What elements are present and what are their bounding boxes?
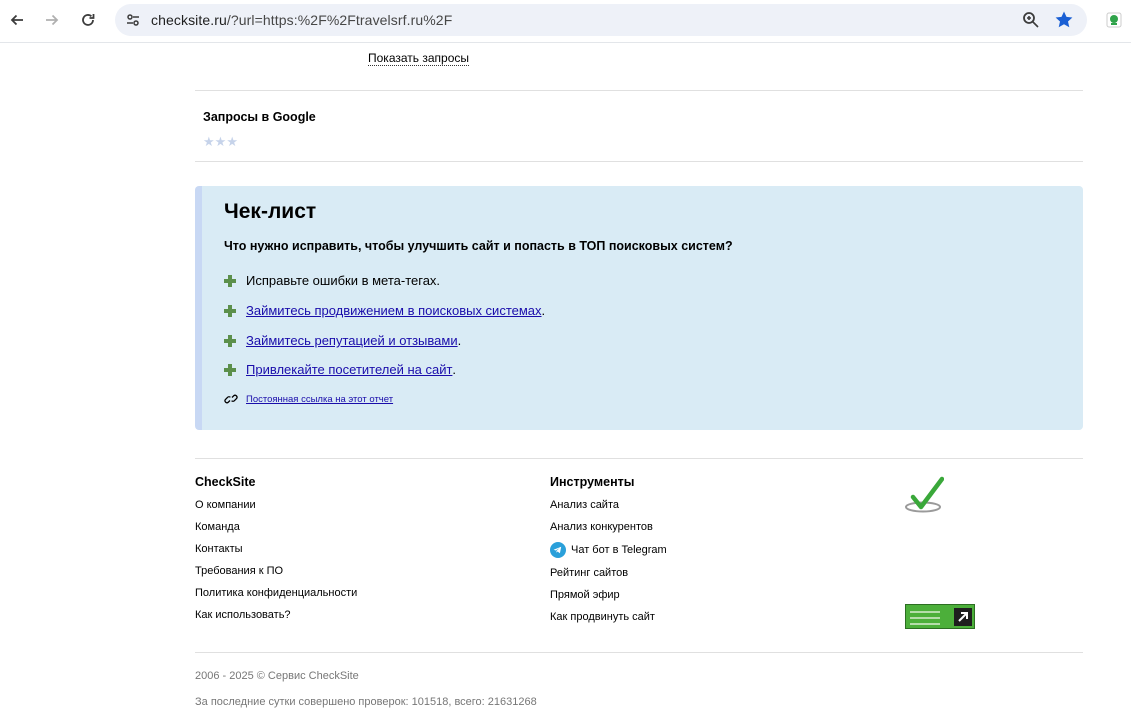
permalink-row: Постоянная ссылка на этот отчет [224, 392, 393, 406]
copyright-text: 2006 - 2025 © Сервис CheckSite [195, 670, 359, 682]
footer-link-site-rating[interactable]: Рейтинг сайтов [550, 567, 628, 579]
checklist-item: Займитесь продвижением в поисковых систе… [224, 303, 545, 318]
seo-promotion-link[interactable]: Займитесь продвижением в поисковых систе… [246, 303, 542, 318]
back-button[interactable] [5, 8, 29, 32]
browser-toolbar: checksite.ru/?url=https:%2F%2Ftravelsrf.… [0, 0, 1131, 43]
checklist-item-text: Исправьте ошибки в мета-тегах. [246, 273, 441, 288]
attract-visitors-link[interactable]: Привлекайте посетителей на сайт [246, 362, 452, 377]
footer-link-live[interactable]: Прямой эфир [550, 589, 620, 601]
address-bar[interactable]: checksite.ru/?url=https:%2F%2Ftravelsrf.… [115, 4, 1087, 36]
footer-link-requirements[interactable]: Требования к ПО [195, 565, 283, 577]
divider [195, 161, 1083, 162]
reload-icon [82, 14, 95, 26]
footer-link-privacy[interactable]: Политика конфиденциальности [195, 587, 357, 599]
forward-arrow-icon [46, 14, 59, 26]
plus-icon [224, 304, 236, 317]
telegram-icon [550, 542, 566, 558]
checklist-item-suffix: . [541, 303, 546, 318]
footer-tools-title: Инструменты [550, 475, 635, 489]
footer-link-competitor-analysis[interactable]: Анализ конкурентов [550, 521, 653, 533]
star-icon: ★ [214, 134, 227, 149]
footer-link-about[interactable]: О компании [195, 499, 256, 511]
forward-button[interactable] [40, 8, 64, 32]
url-text[interactable]: checksite.ru/?url=https:%2F%2Ftravelsrf.… [151, 12, 452, 28]
star-icon: ★ [226, 134, 238, 149]
plus-icon [224, 274, 236, 287]
chain-link-icon [224, 394, 238, 404]
divider [195, 458, 1083, 459]
bookmark-star-icon[interactable] [1054, 10, 1074, 30]
counter-pattern [910, 608, 940, 625]
footer-link-telegram-bot[interactable]: Чат бот в Telegram [571, 544, 667, 556]
reputation-link[interactable]: Займитесь репутацией и отзывами [246, 333, 458, 348]
checklist-item: Займитесь репутацией и отзывами. [224, 333, 461, 348]
zoom-icon[interactable] [1021, 10, 1041, 30]
footer-link-how-to-use[interactable]: Как использовать? [195, 609, 291, 621]
back-arrow-icon [10, 14, 23, 26]
divider [195, 652, 1083, 653]
footer-link-contacts[interactable]: Контакты [195, 543, 243, 555]
footer-link-site-analysis[interactable]: Анализ сайта [550, 499, 619, 511]
site-settings-icon[interactable] [123, 10, 143, 30]
stats-text: За последние сутки совершено проверок: 1… [195, 696, 537, 708]
url-path: /?url=https:%2F%2Ftravelsrf.ru%2F [226, 12, 453, 28]
counter-badge-icon[interactable] [905, 604, 975, 629]
arrow-up-right-icon [954, 608, 972, 626]
extension-icon[interactable] [1106, 12, 1122, 28]
rating-stars: ★★★ [203, 134, 238, 150]
divider [195, 90, 1083, 91]
checklist-question: Что нужно исправить, чтобы улучшить сайт… [224, 239, 733, 253]
checklist-item: Привлекайте посетителей на сайт. [224, 362, 456, 377]
checklist-item-suffix: . [457, 333, 462, 348]
reload-button[interactable] [76, 8, 100, 32]
checklist-item: Исправьте ошибки в мета-тегах. [224, 273, 440, 288]
footer-link-team[interactable]: Команда [195, 521, 240, 533]
checkmark-logo-icon [905, 476, 944, 513]
footer-link-how-to-promote[interactable]: Как продвинуть сайт [550, 611, 655, 623]
checklist-title: Чек-лист [224, 200, 317, 223]
star-icon: ★ [203, 134, 215, 149]
footer-checksite-title: CheckSite [195, 475, 256, 489]
google-queries-title: Запросы в Google [203, 110, 316, 124]
plus-icon [224, 334, 236, 347]
plus-icon [224, 363, 236, 376]
checklist-item-suffix: . [452, 362, 457, 377]
footer-telegram-row[interactable]: Чат бот в Telegram [550, 542, 667, 558]
show-queries-link[interactable]: Показать запросы [368, 51, 469, 66]
checklist-panel: Чек-лист Что нужно исправить, чтобы улуч… [195, 186, 1083, 430]
url-host: checksite.ru [151, 12, 227, 28]
permalink-link[interactable]: Постоянная ссылка на этот отчет [246, 394, 393, 405]
